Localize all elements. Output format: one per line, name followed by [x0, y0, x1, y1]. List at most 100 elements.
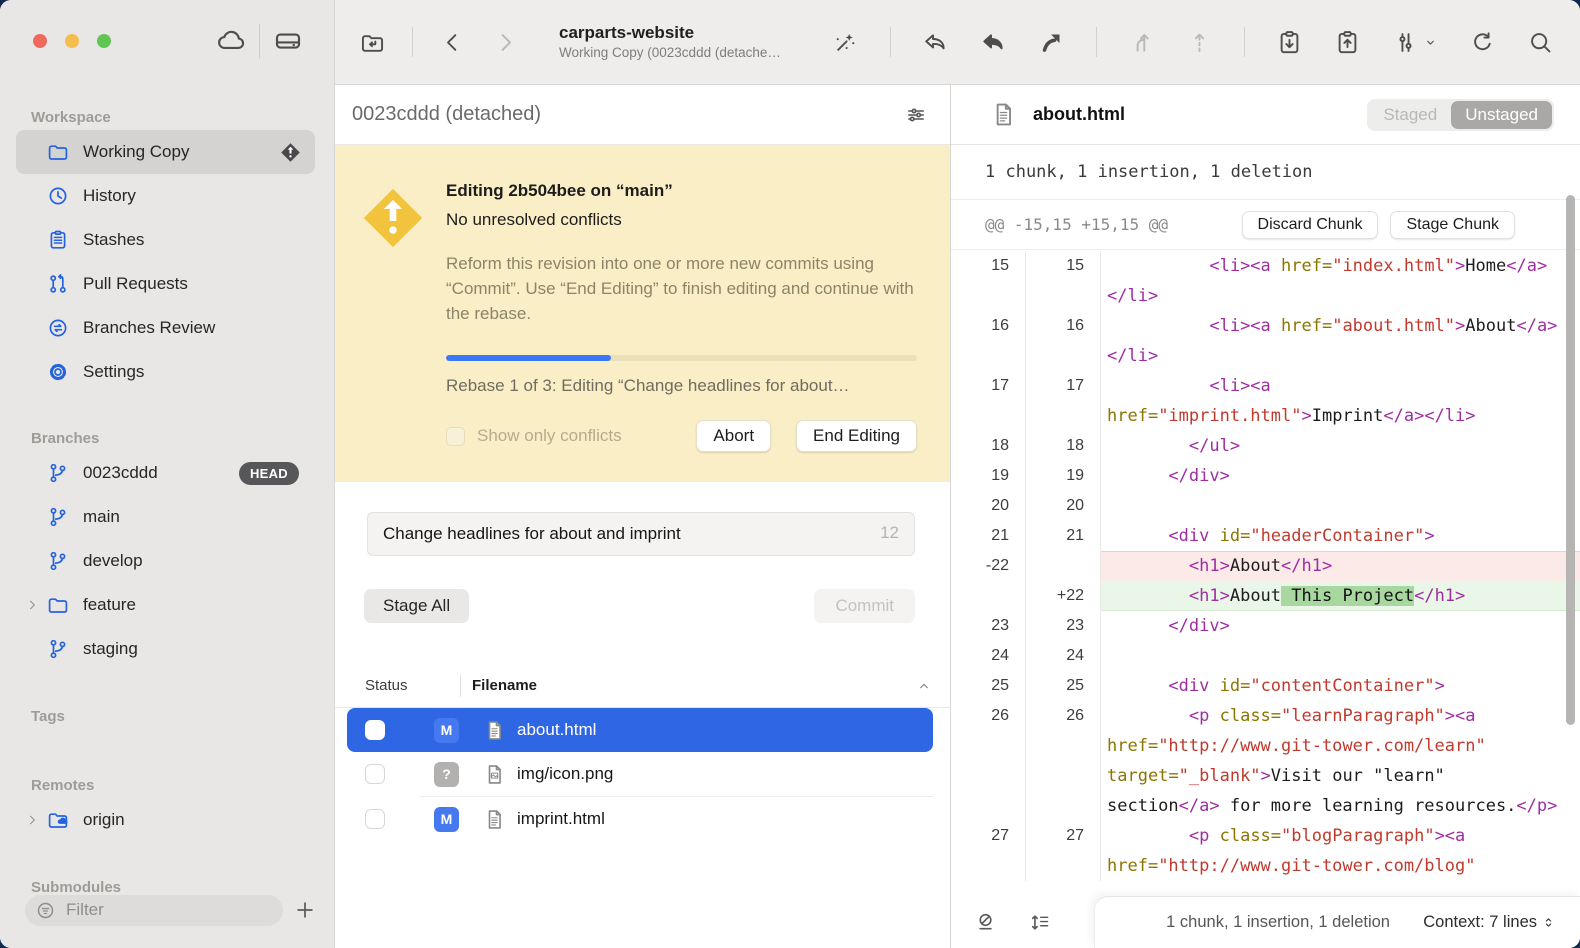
sidebar-remote-origin[interactable]: origin [16, 798, 315, 842]
stepper-icon[interactable] [1541, 915, 1556, 930]
file-row-about-html[interactable]: Mabout.html [347, 708, 933, 752]
sidebar-item-label: main [83, 507, 120, 527]
sidebar-item-label: Working Copy [83, 142, 189, 162]
sidebar-branch-folder-feature[interactable]: feature [16, 583, 315, 627]
file-row-imprint-html[interactable]: Mimprint.html [347, 797, 933, 841]
diff-line: 2727 <p class="blogParagraph"><a href="h… [951, 821, 1580, 881]
stage-checkbox[interactable] [365, 764, 385, 784]
open-repository-icon[interactable] [359, 29, 386, 56]
push-icon[interactable] [1334, 29, 1361, 56]
diff-line: 2020 [951, 491, 1580, 521]
merge-icon[interactable] [1038, 29, 1065, 56]
diff-line: +22 <h1>About This Project</h1> [951, 581, 1580, 611]
navigate-forward-icon[interactable] [492, 29, 519, 56]
column-divider [460, 674, 461, 697]
rebase-description: Reform this revision into one or more ne… [446, 251, 917, 326]
cloud-icon[interactable] [216, 26, 246, 56]
services-icon[interactable] [1392, 29, 1438, 56]
diff-line: 2323 </div> [951, 611, 1580, 641]
stash-icon [46, 228, 70, 252]
rebase-progress-label: Rebase 1 of 3: Editing “Change headlines… [446, 376, 917, 396]
show-only-conflicts-checkbox[interactable] [446, 427, 465, 446]
working-copy-panel: 0023cddd (detached) Editing 2b504bee on … [335, 85, 950, 948]
line-spacing-icon[interactable] [1029, 911, 1052, 934]
pull-icon[interactable] [1276, 29, 1303, 56]
window-subtitle: Working Copy (0023cddd (detache… [559, 45, 781, 62]
filter-input[interactable] [64, 899, 264, 921]
end-editing-button[interactable]: End Editing [796, 420, 917, 452]
search-icon[interactable] [1527, 29, 1554, 56]
sidebar-item-label: staging [83, 639, 138, 659]
diff-line: 1818 </ul> [951, 431, 1580, 461]
sidebar-item-branches-review[interactable]: Branches Review [16, 306, 315, 350]
sidebar-item-label: Branches Review [83, 318, 215, 338]
sidebar-item-pull-requests[interactable]: Pull Requests [16, 262, 315, 306]
quick-actions-icon[interactable] [832, 29, 859, 56]
folder-icon [46, 593, 70, 617]
sidebar-branch-0023cddd[interactable]: 0023cdddHEAD [16, 451, 315, 495]
stage-checkbox[interactable] [365, 809, 385, 829]
status-column-header[interactable]: Status [365, 677, 408, 694]
diff-content: 1515 <li><a href="index.html">Home</a></… [951, 251, 1580, 948]
diff-file-title: about.html [1033, 104, 1125, 125]
commit-message-input[interactable] [367, 512, 915, 556]
cherry-pick-icon[interactable] [1128, 29, 1155, 56]
diff-footer: 1 chunk, 1 insertion, 1 deletion Context… [951, 896, 1580, 948]
disclosure-chevron-icon[interactable] [25, 798, 39, 842]
undo-icon[interactable] [922, 29, 949, 56]
image-file-icon [483, 763, 506, 786]
view-options-icon[interactable] [904, 103, 928, 127]
stage-all-button[interactable]: Stage All [364, 589, 469, 623]
close-button[interactable] [33, 34, 47, 48]
toolbar-divider [1244, 27, 1245, 57]
sidebar-item-stashes[interactable]: Stashes [16, 218, 315, 262]
discard-icon[interactable] [980, 29, 1007, 56]
show-only-conflicts-label: Show only conflicts [477, 426, 622, 446]
footer-summary: 1 chunk, 1 insertion, 1 deletion [1166, 913, 1390, 932]
diff-line: 1515 <li><a href="index.html">Home</a></… [951, 251, 1580, 311]
sidebar-item-settings[interactable]: Settings [16, 350, 315, 394]
sidebar-branch-main[interactable]: main [16, 495, 315, 539]
sidebar-branch-staging[interactable]: staging [16, 627, 315, 671]
diff-line: -22 <h1>About</h1> [951, 551, 1580, 581]
abort-button[interactable]: Abort [696, 420, 771, 452]
filename-label: imprint.html [517, 809, 605, 829]
sidebar-item-working-copy[interactable]: Working Copy [16, 130, 315, 174]
ignore-whitespace-icon[interactable] [975, 911, 998, 934]
document-file-icon [483, 719, 506, 742]
refresh-icon[interactable] [1469, 29, 1496, 56]
rebase-warning-badge-icon [280, 142, 301, 163]
file-row-img-icon-png[interactable]: ?img/icon.png [347, 752, 933, 796]
minimize-button[interactable] [65, 34, 79, 48]
commit-button[interactable]: Commit [814, 589, 915, 623]
discard-chunk-button[interactable]: Discard Chunk [1242, 211, 1379, 239]
sidebar-branch-develop[interactable]: develop [16, 539, 315, 583]
sidebar-item-label: Settings [83, 362, 144, 382]
stage-chunk-button[interactable]: Stage Chunk [1390, 211, 1515, 239]
apply-stash-icon[interactable] [1186, 29, 1213, 56]
stage-checkbox[interactable] [365, 720, 385, 740]
sort-chevron-up-icon[interactable] [916, 678, 932, 694]
drive-icon[interactable] [273, 26, 303, 56]
context-lines-control[interactable]: Context: 7 lines [1423, 913, 1556, 932]
chunk-bar: @@ -15,15 +15,15 @@ Discard Chunk Stage … [951, 200, 1580, 250]
staged-tab[interactable]: Staged [1369, 101, 1451, 129]
filename-column-header[interactable]: Filename [472, 677, 537, 694]
diff-summary: 1 chunk, 1 insertion, 1 deletion [951, 145, 1580, 200]
diff-line: 2525 <div id="contentContainer"> [951, 671, 1580, 701]
sidebar-item-history[interactable]: History [16, 174, 315, 218]
filter-field[interactable] [25, 895, 283, 926]
navigate-back-icon[interactable] [439, 29, 466, 56]
unstaged-tab[interactable]: Unstaged [1451, 101, 1552, 129]
staged-unstaged-toggle: Staged Unstaged [1367, 99, 1554, 131]
sidebar-item-label: origin [83, 810, 125, 830]
scrollbar-thumb[interactable] [1566, 195, 1575, 725]
gear-icon [46, 360, 70, 384]
git-branch-icon [46, 461, 70, 485]
disclosure-chevron-icon[interactable] [25, 583, 39, 627]
toolbar-divider [1096, 27, 1097, 57]
zoom-button[interactable] [97, 34, 111, 48]
add-button[interactable] [294, 899, 316, 921]
window-title: carparts-website Working Copy (0023cddd … [559, 22, 781, 61]
sidebar-item-label: feature [83, 595, 136, 615]
